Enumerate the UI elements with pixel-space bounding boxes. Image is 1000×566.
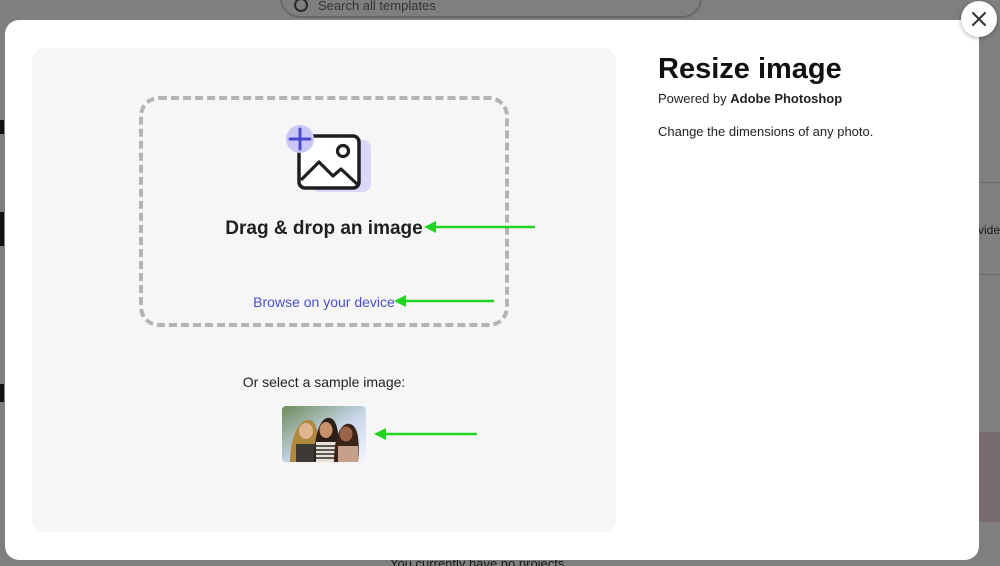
- powered-by-line: Powered by Adobe Photoshop: [658, 91, 958, 106]
- image-add-icon: [286, 125, 371, 192]
- sample-image-label: Or select a sample image:: [242, 374, 406, 390]
- sample-image-thumbnail[interactable]: [282, 406, 366, 462]
- close-icon: [972, 12, 986, 26]
- info-panel: Resize image Powered by Adobe Photoshop …: [658, 50, 958, 139]
- powered-by-brand: Adobe Photoshop: [730, 91, 843, 106]
- annotation-arrow-sample: [374, 428, 477, 440]
- dialog-description: Change the dimensions of any photo.: [658, 124, 874, 139]
- powered-by-prefix: Powered by: [658, 91, 731, 106]
- annotation-arrow-browse: [394, 295, 494, 307]
- dialog-title: Resize image: [658, 53, 842, 85]
- upload-panel: Drag & drop an image Browse on your devi…: [32, 48, 616, 532]
- sample-photo: [282, 406, 366, 462]
- resize-image-dialog: Drag & drop an image Browse on your devi…: [5, 20, 979, 560]
- annotation-arrow-drop-title: [424, 221, 535, 233]
- close-button[interactable]: [961, 1, 997, 37]
